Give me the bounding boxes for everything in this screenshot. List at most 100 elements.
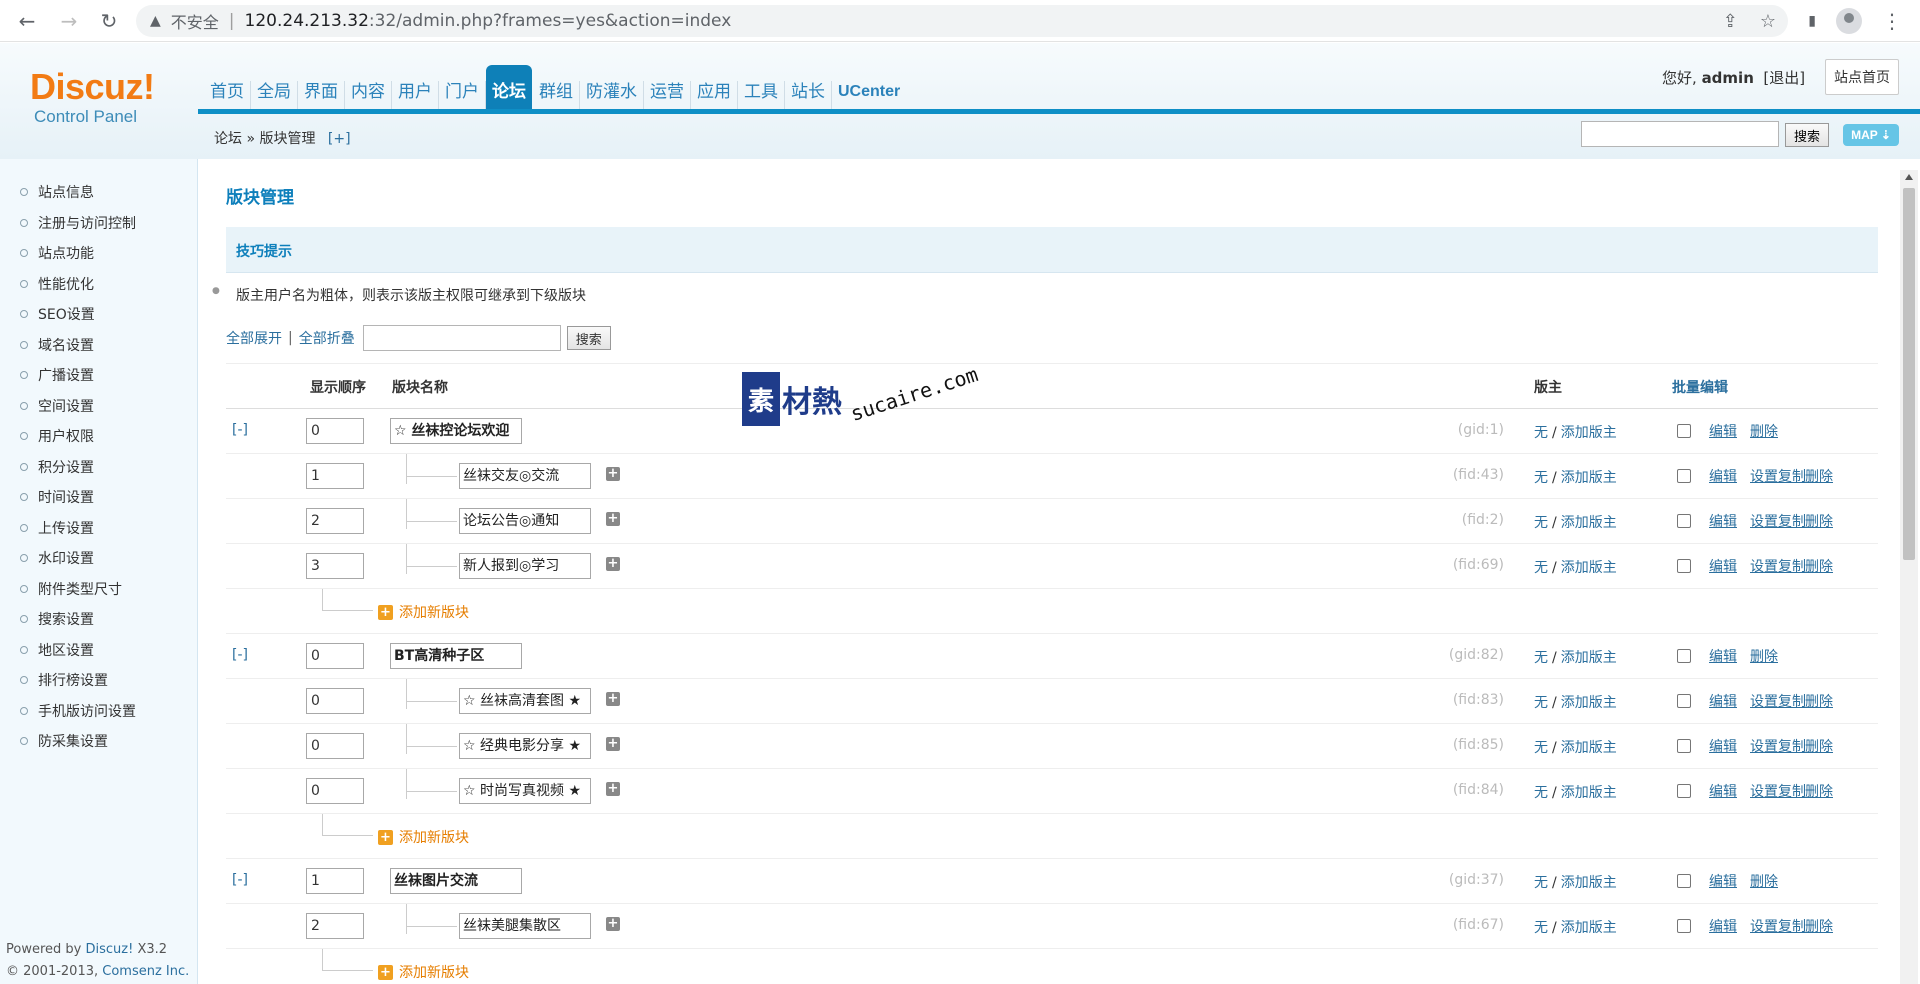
add-moderator-link[interactable]: 添加版主 [1561, 875, 1617, 891]
sidebar-item[interactable]: 防采集设置 [0, 726, 197, 757]
sidebar-item[interactable]: 空间设置 [0, 391, 197, 422]
add-subforum-icon[interactable]: + [606, 737, 620, 751]
sidebar-item[interactable]: 时间设置 [0, 482, 197, 513]
display-order-input[interactable]: 0 [306, 778, 364, 804]
collapse-toggle[interactable]: [-] [232, 647, 248, 663]
sidebar-item[interactable]: 用户权限 [0, 421, 197, 452]
display-order-input[interactable]: 0 [306, 733, 364, 759]
add-moderator-link[interactable]: 添加版主 [1561, 920, 1617, 936]
delete-link[interactable]: 删除 [1805, 691, 1833, 711]
add-moderator-link[interactable]: 添加版主 [1561, 560, 1617, 576]
copy-settings-link[interactable]: 设置复制 [1750, 556, 1806, 576]
nav-item[interactable]: 运营 [644, 81, 691, 109]
nav-item[interactable]: 防灌水 [580, 81, 644, 109]
add-moderator-link[interactable]: 添加版主 [1561, 425, 1617, 441]
add-subforum-icon[interactable]: + [606, 467, 620, 481]
copy-settings-link[interactable]: 设置复制 [1750, 916, 1806, 936]
edit-link[interactable]: 编辑 [1709, 781, 1737, 801]
discuz-link[interactable]: Discuz! [85, 942, 133, 957]
delete-link[interactable]: 删除 [1805, 556, 1833, 576]
add-subforum-icon[interactable]: + [606, 692, 620, 706]
batch-checkbox[interactable] [1677, 559, 1691, 573]
sidebar-item[interactable]: 性能优化 [0, 269, 197, 300]
batch-checkbox[interactable] [1677, 649, 1691, 663]
edit-link[interactable]: 编辑 [1709, 691, 1737, 711]
scrollbar[interactable] [1900, 170, 1918, 984]
delete-link[interactable]: 删除 [1750, 646, 1778, 666]
display-order-input[interactable]: 0 [306, 688, 364, 714]
delete-link[interactable]: 删除 [1750, 421, 1778, 441]
sidebar-item[interactable]: 上传设置 [0, 513, 197, 544]
forward-icon[interactable]: → [56, 8, 82, 34]
nav-item[interactable]: 应用 [691, 81, 738, 109]
edit-link[interactable]: 编辑 [1709, 736, 1737, 756]
sidebar-item[interactable]: 附件类型尺寸 [0, 574, 197, 605]
sidebar-item[interactable]: 积分设置 [0, 452, 197, 483]
breadcrumb-add-shortcut[interactable]: [+] [328, 131, 351, 147]
address-bar[interactable]: ▲ 不安全 | 120.24.213.32:32/admin.php?frame… [136, 5, 1788, 37]
forum-search-input[interactable] [362, 325, 561, 351]
reload-icon[interactable]: ↻ [96, 8, 122, 34]
batch-checkbox[interactable] [1677, 694, 1691, 708]
display-order-input[interactable]: 2 [306, 508, 364, 534]
edit-link[interactable]: 编辑 [1709, 916, 1737, 936]
nav-item[interactable]: 工具 [738, 81, 785, 109]
add-moderator-link[interactable]: 添加版主 [1561, 470, 1617, 486]
batch-checkbox[interactable] [1677, 784, 1691, 798]
forum-search-button[interactable]: 搜索 [566, 326, 611, 350]
copy-settings-link[interactable]: 设置复制 [1750, 466, 1806, 486]
display-order-input[interactable]: 1 [306, 463, 364, 489]
profile-avatar-icon[interactable] [1836, 8, 1862, 34]
delete-link[interactable]: 删除 [1805, 511, 1833, 531]
expand-all-link[interactable]: 全部展开 [226, 328, 282, 348]
scroll-thumb[interactable] [1903, 188, 1915, 560]
forum-name-input[interactable]: ☆ 时尚写真视频 ★ [459, 778, 591, 804]
display-order-input[interactable]: 3 [306, 553, 364, 579]
add-new-forum-link[interactable]: + 添加新版块 [378, 827, 469, 847]
sidebar-item[interactable]: 注册与访问控制 [0, 208, 197, 239]
add-subforum-icon[interactable]: + [606, 782, 620, 796]
add-subforum-icon[interactable]: + [606, 557, 620, 571]
add-moderator-link[interactable]: 添加版主 [1561, 695, 1617, 711]
discuz-logo[interactable]: Discuz! Control Panel [30, 67, 180, 137]
sidebar-item[interactable]: 站点功能 [0, 238, 197, 269]
edit-link[interactable]: 编辑 [1709, 466, 1737, 486]
nav-item[interactable]: 群组 [533, 81, 580, 109]
copy-settings-link[interactable]: 设置复制 [1750, 691, 1806, 711]
edit-link[interactable]: 编辑 [1709, 556, 1737, 576]
add-subforum-icon[interactable]: + [606, 917, 620, 931]
share-icon[interactable]: ⇪ [1723, 11, 1738, 32]
sidebar-item[interactable]: 水印设置 [0, 543, 197, 574]
batch-checkbox[interactable] [1677, 514, 1691, 528]
forum-name-input[interactable]: 丝袜美腿集散区 [459, 913, 591, 939]
nav-item[interactable]: 首页 [204, 81, 251, 109]
forum-name-input[interactable]: ☆ 丝袜高清套图 ★ [459, 688, 591, 714]
batch-checkbox[interactable] [1677, 919, 1691, 933]
group-name-input[interactable]: BT高清种子区 [390, 643, 522, 669]
display-order-input[interactable]: 0 [306, 643, 364, 669]
sidebar-item[interactable]: 地区设置 [0, 635, 197, 666]
batch-checkbox[interactable] [1677, 739, 1691, 753]
header-search-button[interactable]: 搜索 [1785, 123, 1829, 147]
collapse-toggle[interactable]: [-] [232, 872, 248, 888]
forum-name-input[interactable]: ☆ 经典电影分享 ★ [459, 733, 591, 759]
group-name-input[interactable]: 丝袜图片交流 [390, 868, 522, 894]
nav-item[interactable]: 界面 [298, 81, 345, 109]
nav-item[interactable]: 全局 [251, 81, 298, 109]
delete-link[interactable]: 删除 [1750, 871, 1778, 891]
collapse-all-link[interactable]: 全部折叠 [299, 328, 355, 348]
forum-name-input[interactable]: 新人报到◎学习 [459, 553, 591, 579]
sidebar-item[interactable]: 排行榜设置 [0, 665, 197, 696]
batch-checkbox[interactable] [1677, 469, 1691, 483]
add-subforum-icon[interactable]: + [606, 512, 620, 526]
add-moderator-link[interactable]: 添加版主 [1561, 740, 1617, 756]
delete-link[interactable]: 删除 [1805, 781, 1833, 801]
edit-link[interactable]: 编辑 [1709, 421, 1737, 441]
sidebar-item[interactable]: 广播设置 [0, 360, 197, 391]
display-order-input[interactable]: 2 [306, 913, 364, 939]
copy-settings-link[interactable]: 设置复制 [1750, 736, 1806, 756]
nav-item[interactable]: 门户 [439, 81, 486, 109]
edit-link[interactable]: 编辑 [1709, 871, 1737, 891]
edit-link[interactable]: 编辑 [1709, 511, 1737, 531]
add-moderator-link[interactable]: 添加版主 [1561, 785, 1617, 801]
